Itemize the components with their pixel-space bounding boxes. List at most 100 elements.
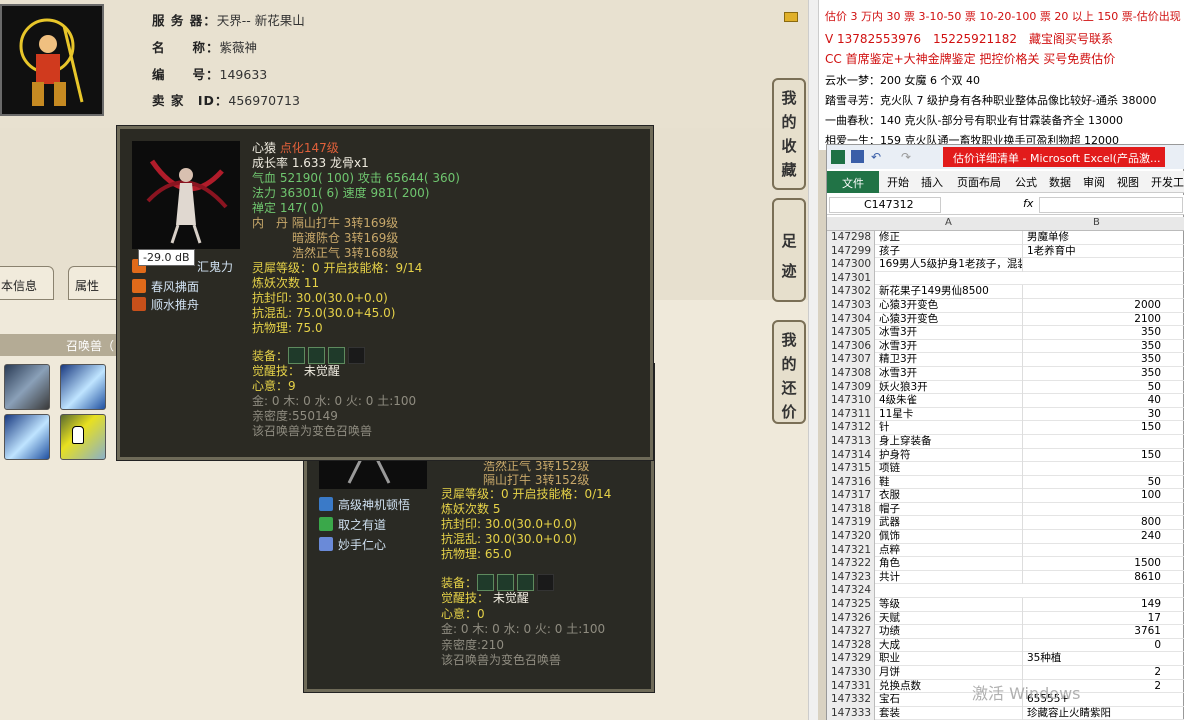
file-tab[interactable]: 文件	[827, 171, 879, 193]
cell-b[interactable]: 1500	[1025, 557, 1165, 571]
cell-a[interactable]: 新花果子149男仙8500	[877, 285, 1023, 299]
row-number[interactable]: 147332	[827, 693, 875, 707]
cell-b[interactable]: 150	[1025, 449, 1165, 463]
undo-icon[interactable]: ↶	[871, 150, 885, 164]
cell-b[interactable]: 35种植	[1025, 652, 1165, 666]
cell-b[interactable]: 150	[1025, 421, 1165, 435]
row-number[interactable]: 147317	[827, 489, 875, 503]
cell-a[interactable]: 大成	[877, 638, 1023, 653]
row-number[interactable]: 147315	[827, 462, 875, 476]
row-number[interactable]: 147300	[827, 258, 875, 272]
cell-b[interactable]: 8610	[1025, 571, 1165, 585]
cell-a[interactable]: 武器	[877, 516, 1023, 531]
cell-a[interactable]: 月饼	[877, 666, 1023, 680]
row-number[interactable]: 147325	[827, 598, 875, 612]
save-icon[interactable]	[851, 150, 864, 163]
cell-b[interactable]: 0	[1025, 639, 1165, 653]
tab-basic-info[interactable]: 本信息	[0, 266, 54, 300]
cell-a[interactable]: 169男人5级护身1老孩子，混装备一套	[877, 258, 1023, 272]
my-favorites-button[interactable]: 我的收藏	[772, 78, 806, 190]
cell-a[interactable]: 修正	[877, 231, 1023, 245]
row-number[interactable]: 147321	[827, 543, 875, 558]
row-number[interactable]: 147322	[827, 557, 875, 571]
cell-b[interactable]: 350	[1025, 367, 1165, 381]
cell-a[interactable]: 鞋	[877, 475, 1023, 490]
redo-icon[interactable]: ↷	[901, 150, 915, 164]
cell-b[interactable]: 2000	[1025, 299, 1165, 313]
row-number[interactable]: 147313	[827, 434, 875, 449]
pet-thumb-ice-2[interactable]	[4, 414, 50, 460]
cell-a[interactable]: 冰雪3开	[877, 339, 1023, 354]
cell-a[interactable]: 针	[877, 421, 1023, 435]
cell-a[interactable]: 护身符	[877, 448, 1023, 463]
row-number[interactable]: 147331	[827, 679, 875, 694]
cell-b[interactable]: 350	[1025, 340, 1165, 354]
cell-a[interactable]: 冰雪3开	[877, 366, 1023, 381]
cell-a[interactable]: 共计	[877, 570, 1023, 585]
row-number[interactable]: 147327	[827, 625, 875, 639]
cell-b[interactable]: 50	[1025, 476, 1165, 490]
row-number[interactable]: 147305	[827, 326, 875, 340]
cell-b[interactable]: 40	[1025, 394, 1165, 408]
row-number[interactable]: 147323	[827, 570, 875, 585]
ribbon-tab-home[interactable]: 开始	[887, 174, 909, 190]
cell-b[interactable]: 149	[1025, 598, 1165, 612]
cell-b[interactable]: 17	[1025, 612, 1165, 626]
cell-b[interactable]: 350	[1025, 353, 1165, 367]
cell-a[interactable]: 天赋	[877, 611, 1023, 626]
cell-a[interactable]: 心猿3开变色	[877, 312, 1023, 327]
ribbon-tab-developer[interactable]: 开发工	[1151, 174, 1184, 190]
cell-a[interactable]: 项链	[877, 462, 1023, 476]
row-number[interactable]: 147302	[827, 285, 875, 299]
cell-a[interactable]: 角色	[877, 557, 1023, 571]
row-number[interactable]: 147326	[827, 611, 875, 626]
row-number[interactable]: 147309	[827, 380, 875, 395]
ribbon-tab-layout[interactable]: 页面布局	[957, 174, 1001, 190]
column-header-b[interactable]: B	[1093, 217, 1100, 228]
row-number[interactable]: 147314	[827, 448, 875, 463]
cell-a[interactable]: 功绩	[877, 625, 1023, 639]
row-number[interactable]: 147328	[827, 638, 875, 653]
column-header-a[interactable]: A	[945, 217, 952, 228]
cell-b[interactable]: 240	[1025, 530, 1165, 544]
cell-b[interactable]: 男魔单修	[1025, 231, 1165, 245]
cell-a[interactable]: 4级朱雀	[877, 394, 1023, 408]
row-number[interactable]: 147304	[827, 312, 875, 327]
cell-a[interactable]: 精卫3开	[877, 353, 1023, 367]
cell-a[interactable]: 心猿3开变色	[877, 298, 1023, 313]
window-scrollbar[interactable]	[808, 0, 818, 720]
my-bargain-button[interactable]: 我的还价	[772, 320, 806, 424]
ribbon-tab-insert[interactable]: 插入	[921, 174, 943, 190]
cell-a[interactable]: 11星卡	[877, 407, 1023, 422]
row-number[interactable]: 147320	[827, 530, 875, 544]
cell-a[interactable]: 身上穿装备	[877, 434, 1023, 449]
folder-icon[interactable]	[784, 12, 798, 22]
row-number[interactable]: 147333	[827, 706, 875, 720]
name-box[interactable]: C147312	[829, 197, 941, 213]
cell-b[interactable]: 3761	[1025, 625, 1165, 639]
row-number[interactable]: 147310	[827, 394, 875, 408]
row-number[interactable]: 147311	[827, 407, 875, 422]
fx-icon[interactable]: fx	[1023, 197, 1033, 210]
cell-a[interactable]: 职业	[877, 652, 1023, 666]
row-number[interactable]: 147306	[827, 339, 875, 354]
row-number[interactable]: 147329	[827, 652, 875, 666]
cell-b[interactable]: 2100	[1025, 313, 1165, 327]
row-number[interactable]: 147312	[827, 421, 875, 435]
cell-a[interactable]: 孩子	[877, 244, 1023, 259]
cell-b[interactable]: 2	[1025, 666, 1165, 680]
cell-b[interactable]: 珍藏容止火睛紫阳	[1025, 707, 1165, 720]
cell-b[interactable]: 800	[1025, 516, 1165, 530]
cell-a[interactable]: 妖火狼3开	[877, 380, 1023, 395]
cell-b[interactable]: 100	[1025, 489, 1165, 503]
cell-a[interactable]: 冰雪3开	[877, 326, 1023, 340]
row-number[interactable]: 147308	[827, 366, 875, 381]
ribbon-tab-review[interactable]: 审阅	[1083, 174, 1105, 190]
cell-b[interactable]: 30	[1025, 408, 1165, 422]
footprint-button[interactable]: 足迹	[772, 198, 806, 302]
cell-a[interactable]: 衣服	[877, 489, 1023, 503]
row-number[interactable]: 147298	[827, 231, 875, 245]
cell-a[interactable]: 点粹	[877, 543, 1023, 558]
formula-input[interactable]	[1039, 197, 1183, 213]
cell-b[interactable]: 50	[1025, 381, 1165, 395]
